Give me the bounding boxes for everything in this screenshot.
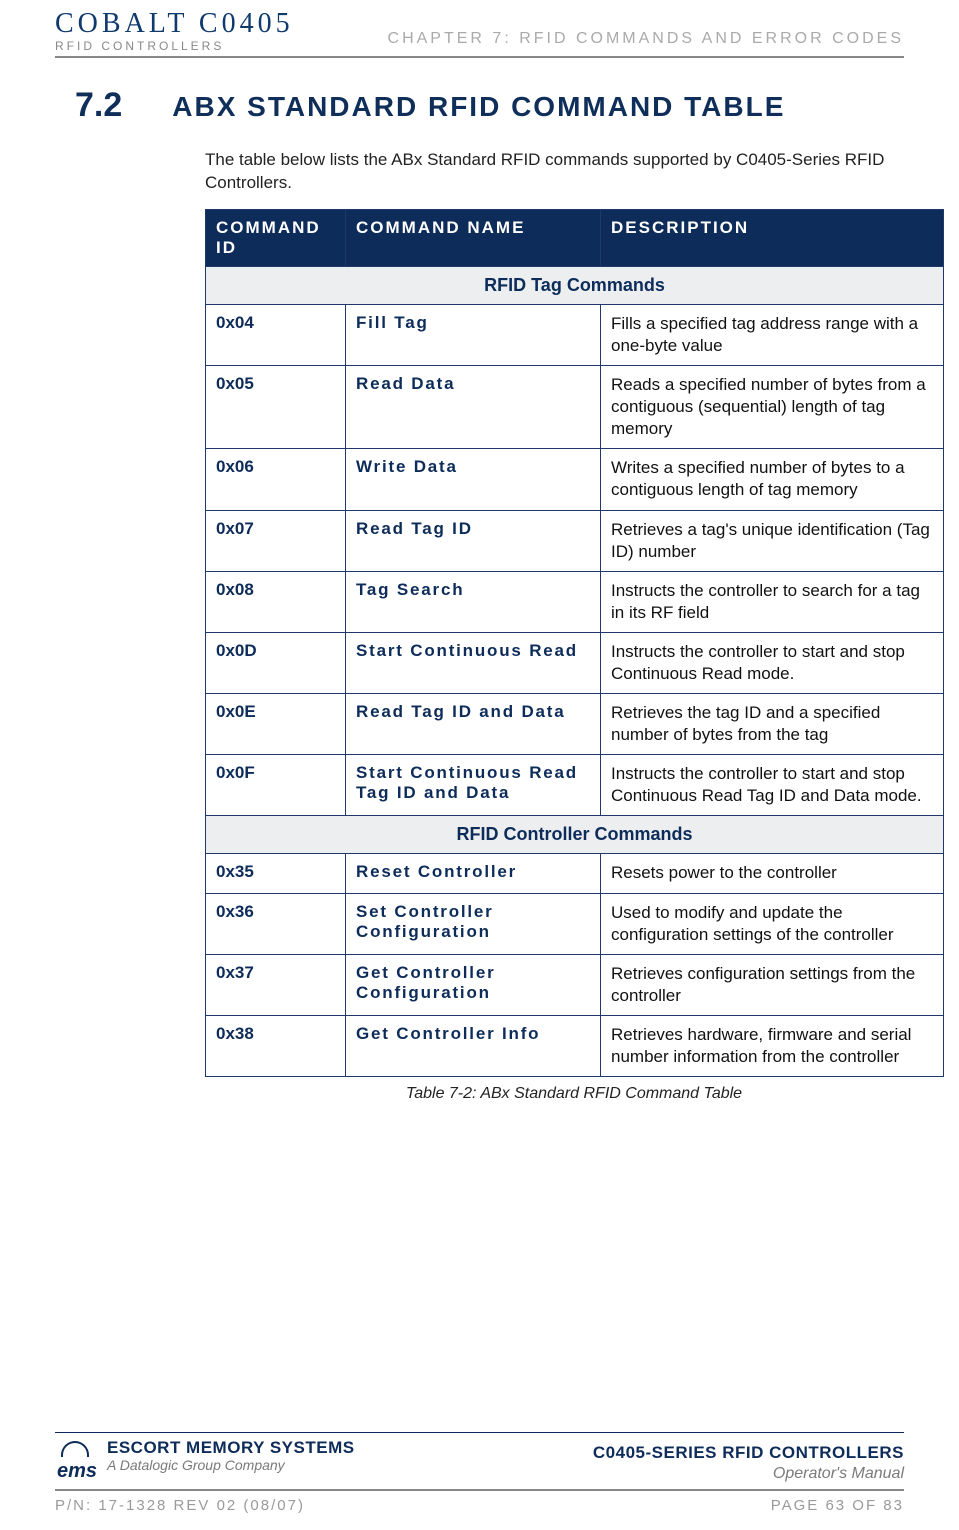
cmd-desc: Resets power to the controller — [601, 854, 944, 893]
ems-logo-text: ems — [57, 1460, 97, 1483]
table-row: 0x04 Fill Tag Fills a specified tag addr… — [206, 304, 944, 365]
ems-text-block: ESCORT MEMORY SYSTEMS A Datalogic Group … — [107, 1439, 355, 1473]
cmd-id: 0x05 — [206, 366, 346, 449]
footer-top: ems ESCORT MEMORY SYSTEMS A Datalogic Gr… — [55, 1432, 904, 1491]
table-row: 0x0D Start Continuous Read Instructs the… — [206, 632, 944, 693]
cmd-id: 0x04 — [206, 304, 346, 365]
table-row: 0x08 Tag Search Instructs the controller… — [206, 571, 944, 632]
table-row: 0x06 Write Data Writes a specified numbe… — [206, 449, 944, 510]
page-footer: ems ESCORT MEMORY SYSTEMS A Datalogic Gr… — [55, 1432, 904, 1514]
cmd-id: 0x36 — [206, 893, 346, 954]
section-heading: 7.2 ABX STANDARD RFID COMMAND TABLE — [75, 86, 904, 125]
cmd-name: Read Tag ID and Data — [346, 694, 601, 755]
chapter-label: CHAPTER 7: RFID COMMANDS AND ERROR CODES — [388, 30, 904, 52]
table-section-label: RFID Tag Commands — [206, 266, 944, 304]
cmd-id: 0x38 — [206, 1015, 346, 1076]
table-row: 0x07 Read Tag ID Retrieves a tag's uniqu… — [206, 510, 944, 571]
cmd-name: Reset Controller — [346, 854, 601, 893]
cmd-id: 0x0D — [206, 632, 346, 693]
table-header-row: COMMAND ID COMMAND NAME DESCRIPTION — [206, 209, 944, 266]
section-title: ABX STANDARD RFID COMMAND TABLE — [172, 91, 785, 123]
table-row: 0x0E Read Tag ID and Data Retrieves the … — [206, 694, 944, 755]
cmd-id: 0x0F — [206, 755, 346, 816]
cmd-desc: Instructs the controller to search for a… — [601, 571, 944, 632]
table-row: 0x05 Read Data Reads a specified number … — [206, 366, 944, 449]
table-section-rfid-controller: RFID Controller Commands — [206, 816, 944, 854]
section-number: 7.2 — [75, 86, 122, 125]
cmd-desc: Reads a specified number of bytes from a… — [601, 366, 944, 449]
cmd-name: Read Tag ID — [346, 510, 601, 571]
cmd-name: Set Controller Configuration — [346, 893, 601, 954]
cmd-desc: Retrieves configuration settings from th… — [601, 954, 944, 1015]
brand-sub: RFID CONTROLLERS — [55, 40, 294, 52]
command-table: COMMAND ID COMMAND NAME DESCRIPTION RFID… — [205, 209, 944, 1077]
cmd-desc: Instructs the controller to start and st… — [601, 632, 944, 693]
cmd-name: Read Data — [346, 366, 601, 449]
ems-tagline: A Datalogic Group Company — [107, 1458, 355, 1473]
table-section-rfid-tag: RFID Tag Commands — [206, 266, 944, 304]
cmd-desc: Used to modify and update the configurat… — [601, 893, 944, 954]
part-number: P/N: 17-1328 REV 02 (08/07) — [55, 1497, 305, 1514]
cmd-desc: Fills a specified tag address range with… — [601, 304, 944, 365]
cmd-id: 0x35 — [206, 854, 346, 893]
cmd-id: 0x06 — [206, 449, 346, 510]
col-header-name: COMMAND NAME — [346, 209, 601, 266]
cmd-id: 0x08 — [206, 571, 346, 632]
footer-left: ems ESCORT MEMORY SYSTEMS A Datalogic Gr… — [55, 1439, 355, 1483]
cmd-id: 0x0E — [206, 694, 346, 755]
cmd-desc: Retrieves a tag's unique identification … — [601, 510, 944, 571]
cmd-desc: Writes a specified number of bytes to a … — [601, 449, 944, 510]
ems-company: ESCORT MEMORY SYSTEMS — [107, 1439, 355, 1458]
cmd-id: 0x37 — [206, 954, 346, 1015]
table-section-label: RFID Controller Commands — [206, 816, 944, 854]
col-header-desc: DESCRIPTION — [601, 209, 944, 266]
col-header-id: COMMAND ID — [206, 209, 346, 266]
cmd-name: Get Controller Configuration — [346, 954, 601, 1015]
table-row: 0x36 Set Controller Configuration Used t… — [206, 893, 944, 954]
product-series: C0405-SERIES RFID CONTROLLERS — [593, 1443, 904, 1463]
cmd-name: Write Data — [346, 449, 601, 510]
cmd-name: Tag Search — [346, 571, 601, 632]
page-header: COBALT C0405 RFID CONTROLLERS CHAPTER 7:… — [55, 0, 904, 58]
table-row: 0x37 Get Controller Configuration Retrie… — [206, 954, 944, 1015]
section-intro: The table below lists the ABx Standard R… — [205, 149, 894, 195]
table-caption: Table 7-2: ABx Standard RFID Command Tab… — [205, 1085, 943, 1103]
cmd-name: Start Continuous Read Tag ID and Data — [346, 755, 601, 816]
table-row: 0x0F Start Continuous Read Tag ID and Da… — [206, 755, 944, 816]
cmd-name: Fill Tag — [346, 304, 601, 365]
manual-title: Operator's Manual — [593, 1464, 904, 1483]
footer-right: C0405-SERIES RFID CONTROLLERS Operator's… — [593, 1443, 904, 1483]
cmd-name: Get Controller Info — [346, 1015, 601, 1076]
cmd-desc: Retrieves the tag ID and a specified num… — [601, 694, 944, 755]
cmd-id: 0x07 — [206, 510, 346, 571]
table-row: 0x38 Get Controller Info Retrieves hardw… — [206, 1015, 944, 1076]
cmd-desc: Instructs the controller to start and st… — [601, 755, 944, 816]
footer-bottom: P/N: 17-1328 REV 02 (08/07) PAGE 63 OF 8… — [55, 1491, 904, 1514]
table-row: 0x35 Reset Controller Resets power to th… — [206, 854, 944, 893]
page-number: PAGE 63 OF 83 — [771, 1497, 904, 1514]
cmd-desc: Retrieves hardware, firmware and serial … — [601, 1015, 944, 1076]
brand-block: COBALT C0405 RFID CONTROLLERS — [55, 10, 294, 52]
cmd-name: Start Continuous Read — [346, 632, 601, 693]
brand-top: COBALT C0405 — [55, 10, 294, 38]
ems-logo-icon: ems — [55, 1439, 99, 1483]
